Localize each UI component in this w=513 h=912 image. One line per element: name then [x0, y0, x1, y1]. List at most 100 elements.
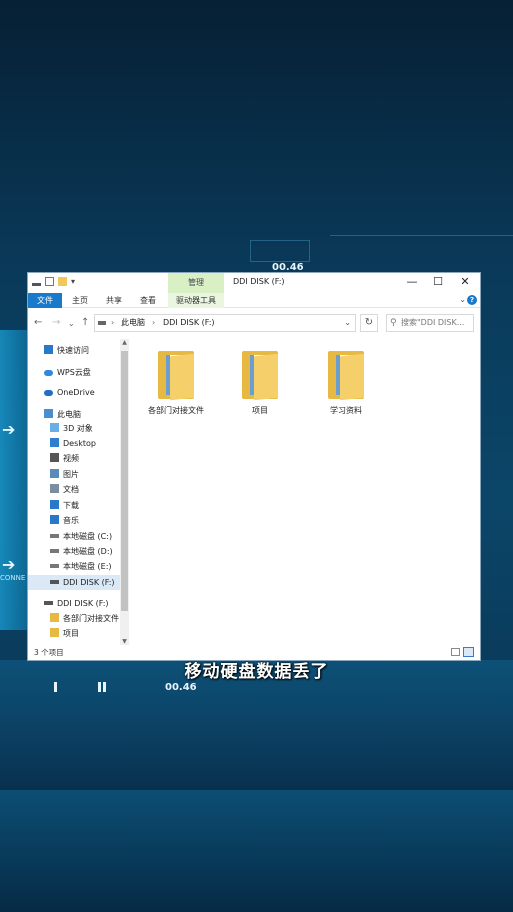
sidebar-item-label: 本地磁盘 (C:): [63, 532, 113, 541]
timestamp-bottom: 00.46: [165, 682, 197, 693]
close-button[interactable]: ✕: [455, 275, 475, 288]
maximize-button[interactable]: ☐: [428, 275, 448, 288]
sidebar-item[interactable]: 本地磁盘 (E:): [50, 559, 112, 574]
sidebar-item-label: 文档: [63, 485, 79, 494]
sidebar-item-label: 各部门对接文件: [63, 614, 119, 623]
drive-icon: [50, 534, 59, 538]
customize-dropdown-icon[interactable]: ▾: [71, 277, 77, 286]
sidebar-item[interactable]: 此电脑: [44, 407, 81, 422]
chevron-right-icon[interactable]: ›: [152, 315, 155, 331]
sidebar-item-label: 本地磁盘 (E:): [63, 562, 112, 571]
sidebar-item[interactable]: 3D 对象: [50, 421, 93, 436]
picture-icon: [50, 469, 59, 478]
context-tab-manage[interactable]: 管理: [168, 273, 224, 293]
folder-name: 学习资料: [330, 406, 362, 415]
help-icon[interactable]: ?: [467, 295, 477, 305]
folder-item[interactable]: 项目: [220, 349, 300, 416]
scroll-thumb[interactable]: [121, 351, 128, 611]
address-field[interactable]: › 此电脑 › DDI DISK (F:) ⌄: [94, 314, 356, 332]
file-list: 各部门对接文件 项目 学习资料: [132, 339, 480, 645]
chevron-right-icon[interactable]: ›: [111, 315, 114, 331]
folder-item[interactable]: 学习资料: [306, 349, 386, 416]
folder-icon: [326, 349, 366, 401]
file-explorer-window: ▾ 管理 DDI DISK (F:) — ☐ ✕ 文件 主页 共享 查看 驱动器…: [27, 272, 481, 661]
document-icon: [50, 484, 59, 493]
sidebar-item-label: 视频: [63, 454, 79, 463]
folder-icon: [156, 349, 196, 401]
usb-drive-icon: [50, 580, 59, 584]
sidebar-item[interactable]: 图片: [50, 467, 79, 482]
drive-icon: [98, 321, 106, 325]
breadcrumb-this-pc[interactable]: 此电脑: [121, 315, 145, 331]
sidebar-item[interactable]: 文档: [50, 482, 79, 497]
sidebar-item[interactable]: DDI DISK (F:): [28, 575, 120, 590]
cloud-icon: [44, 370, 53, 376]
download-icon: [50, 500, 59, 509]
sidebar-item[interactable]: 本地磁盘 (C:): [50, 529, 112, 544]
star-icon: [44, 345, 53, 354]
sidebar-item-label: 此电脑: [57, 410, 81, 419]
sidebar-item[interactable]: DDI DISK (F:): [44, 596, 109, 611]
sidebar-item[interactable]: WPS云盘: [44, 365, 91, 380]
sidebar-item[interactable]: 本地磁盘 (D:): [50, 544, 113, 559]
sidebar-item[interactable]: Desktop: [50, 436, 96, 451]
sidebar-item[interactable]: 视频: [50, 451, 79, 466]
tab-file[interactable]: 文件: [28, 293, 62, 308]
search-input[interactable]: ⚲ 搜索"DDI DISK...: [386, 314, 474, 332]
forward-arrow-icon[interactable]: →: [52, 317, 60, 328]
details-view-icon[interactable]: [451, 648, 460, 656]
drive-icon: [50, 564, 59, 568]
background-frame-2: [330, 235, 513, 270]
minimize-button[interactable]: —: [402, 275, 422, 288]
item-count: 3 个项目: [34, 648, 64, 657]
computer-icon: [44, 409, 53, 418]
tab-home[interactable]: 主页: [66, 293, 94, 308]
sidebar-item-label: DDI DISK (F:): [57, 599, 109, 608]
tab-drive-tools[interactable]: 驱动器工具: [168, 293, 224, 308]
pause-icon: [98, 682, 101, 692]
nav-scrollbar[interactable]: ▲ ▼: [120, 339, 129, 645]
drive-icon[interactable]: [32, 280, 41, 286]
large-icons-view-icon[interactable]: [463, 647, 474, 657]
video-icon: [50, 453, 59, 462]
bar-mark: [54, 682, 57, 692]
scroll-down-icon[interactable]: ▼: [120, 638, 129, 645]
recent-dropdown-icon[interactable]: ⌄: [68, 319, 75, 328]
new-folder-icon[interactable]: [58, 277, 67, 286]
sidebar-item-label: Desktop: [63, 439, 96, 448]
chevron-down-icon[interactable]: ⌄: [344, 315, 351, 331]
sidebar-item-label: DDI DISK (F:): [63, 578, 115, 587]
quick-access-toolbar: ▾: [32, 277, 77, 286]
sidebar-item-label: 3D 对象: [63, 424, 93, 433]
background-frame: [250, 240, 310, 262]
refresh-button[interactable]: ↻: [360, 314, 378, 332]
sidebar-item[interactable]: 项目: [50, 626, 79, 641]
tab-share[interactable]: 共享: [100, 293, 128, 308]
expand-ribbon-icon[interactable]: ⌄: [459, 295, 466, 304]
sidebar-item-label: OneDrive: [57, 388, 95, 397]
properties-icon[interactable]: [45, 277, 54, 286]
breadcrumb-drive[interactable]: DDI DISK (F:): [163, 315, 215, 331]
sidebar-item[interactable]: 快速访问: [44, 343, 89, 358]
folder-name: 项目: [252, 406, 268, 415]
sidebar-item[interactable]: 音乐: [50, 513, 79, 528]
sidebar-item-label: WPS云盘: [57, 368, 91, 377]
right-arrow-icon: ➔: [2, 420, 16, 439]
sidebar-item-label: 下载: [63, 501, 79, 510]
video-caption: 移动硬盘数据丢了: [184, 662, 329, 682]
back-arrow-icon[interactable]: ←: [34, 317, 42, 328]
folder-item[interactable]: 各部门对接文件: [136, 349, 216, 416]
folder-icon: [50, 613, 59, 622]
search-icon: ⚲: [390, 318, 397, 328]
scroll-up-icon[interactable]: ▲: [120, 339, 129, 346]
connect-text: CONNE: [0, 574, 26, 582]
pause-icon: [103, 682, 106, 692]
sidebar-item[interactable]: OneDrive: [44, 385, 95, 400]
sidebar-item[interactable]: 各部门对接文件: [50, 611, 119, 626]
folder-icon: [50, 628, 59, 637]
sidebar-item[interactable]: 下载: [50, 498, 79, 513]
tab-view[interactable]: 查看: [134, 293, 162, 308]
up-arrow-icon[interactable]: ↑: [81, 317, 89, 328]
right-arrow-icon: ➔: [2, 555, 16, 574]
background-band: [0, 790, 513, 912]
